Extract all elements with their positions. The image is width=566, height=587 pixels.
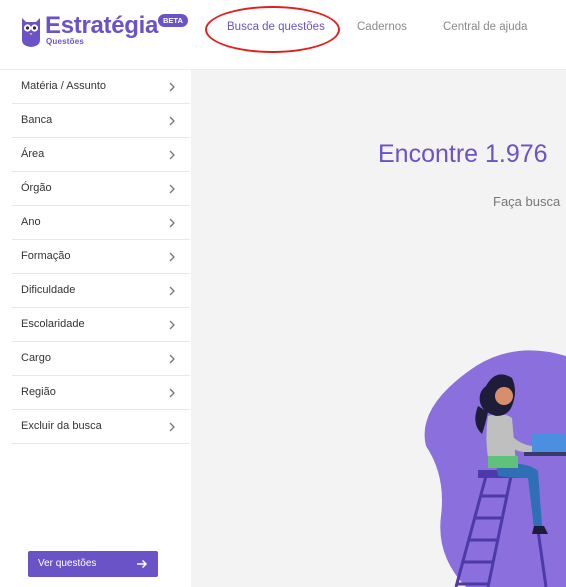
filter-label: Escolaridade xyxy=(21,318,85,330)
filter-formacao[interactable]: Formação xyxy=(12,240,190,274)
chevron-right-icon xyxy=(169,150,175,160)
chevron-right-icon xyxy=(169,286,175,296)
ver-questoes-button[interactable]: Ver questões xyxy=(28,551,158,577)
main-content: Encontre 1.976 Faça busca xyxy=(191,70,566,587)
filter-label: Banca xyxy=(21,114,53,126)
chevron-right-icon xyxy=(169,354,175,364)
filter-excluir-da-busca[interactable]: Excluir da busca xyxy=(12,410,190,444)
page-headline: Encontre 1.976 xyxy=(378,140,548,168)
filter-label: Excluir da busca xyxy=(21,420,102,432)
nav-central-de-ajuda[interactable]: Central de ajuda xyxy=(443,21,527,33)
filter-label: Dificuldade xyxy=(21,284,76,296)
filter-dificuldade[interactable]: Dificuldade xyxy=(12,274,190,308)
nav-cadernos[interactable]: Cadernos xyxy=(357,21,407,33)
filter-label: Matéria / Assunto xyxy=(21,80,106,92)
chevron-right-icon xyxy=(169,82,175,92)
filter-label: Cargo xyxy=(21,352,51,364)
filter-label: Região xyxy=(21,386,56,398)
filter-banca[interactable]: Banca xyxy=(12,104,190,138)
filter-regiao[interactable]: Região xyxy=(12,376,190,410)
chevron-right-icon xyxy=(169,422,175,432)
filter-label: Órgão xyxy=(21,182,52,194)
chevron-right-icon xyxy=(169,116,175,126)
arrow-right-icon xyxy=(137,559,148,569)
chevron-right-icon xyxy=(169,252,175,262)
brand-subtitle: Questões xyxy=(46,37,85,46)
chevron-right-icon xyxy=(169,218,175,228)
filter-label: Ano xyxy=(21,216,41,228)
chevron-right-icon xyxy=(169,184,175,194)
filter-area[interactable]: Área xyxy=(12,138,190,172)
brand-name: Estratégia xyxy=(45,12,159,39)
filter-label: Formação xyxy=(21,250,71,262)
estrategia-logo[interactable]: Estratégia Questões BETA xyxy=(20,12,190,58)
filter-label: Área xyxy=(21,148,45,160)
filter-sidebar: Matéria / Assunto Banca Área Órgão Ano F… xyxy=(0,70,191,587)
woman-on-ladder-illustration xyxy=(424,350,566,587)
beta-badge: BETA xyxy=(158,14,188,27)
nav-busca-de-questoes[interactable]: Busca de questões xyxy=(227,21,325,33)
filter-cargo[interactable]: Cargo xyxy=(12,342,190,376)
top-header: Estratégia Questões BETA Busca de questõ… xyxy=(0,0,566,70)
ver-questoes-label: Ver questões xyxy=(38,558,97,569)
filter-materia-assunto[interactable]: Matéria / Assunto xyxy=(12,70,190,104)
filter-ano[interactable]: Ano xyxy=(12,206,190,240)
filter-orgao[interactable]: Órgão xyxy=(12,172,190,206)
owl-logo-icon xyxy=(22,18,40,47)
chevron-right-icon xyxy=(169,388,175,398)
filter-escolaridade[interactable]: Escolaridade xyxy=(12,308,190,342)
chevron-right-icon xyxy=(169,320,175,330)
page-subheadline: Faça busca xyxy=(493,194,561,209)
